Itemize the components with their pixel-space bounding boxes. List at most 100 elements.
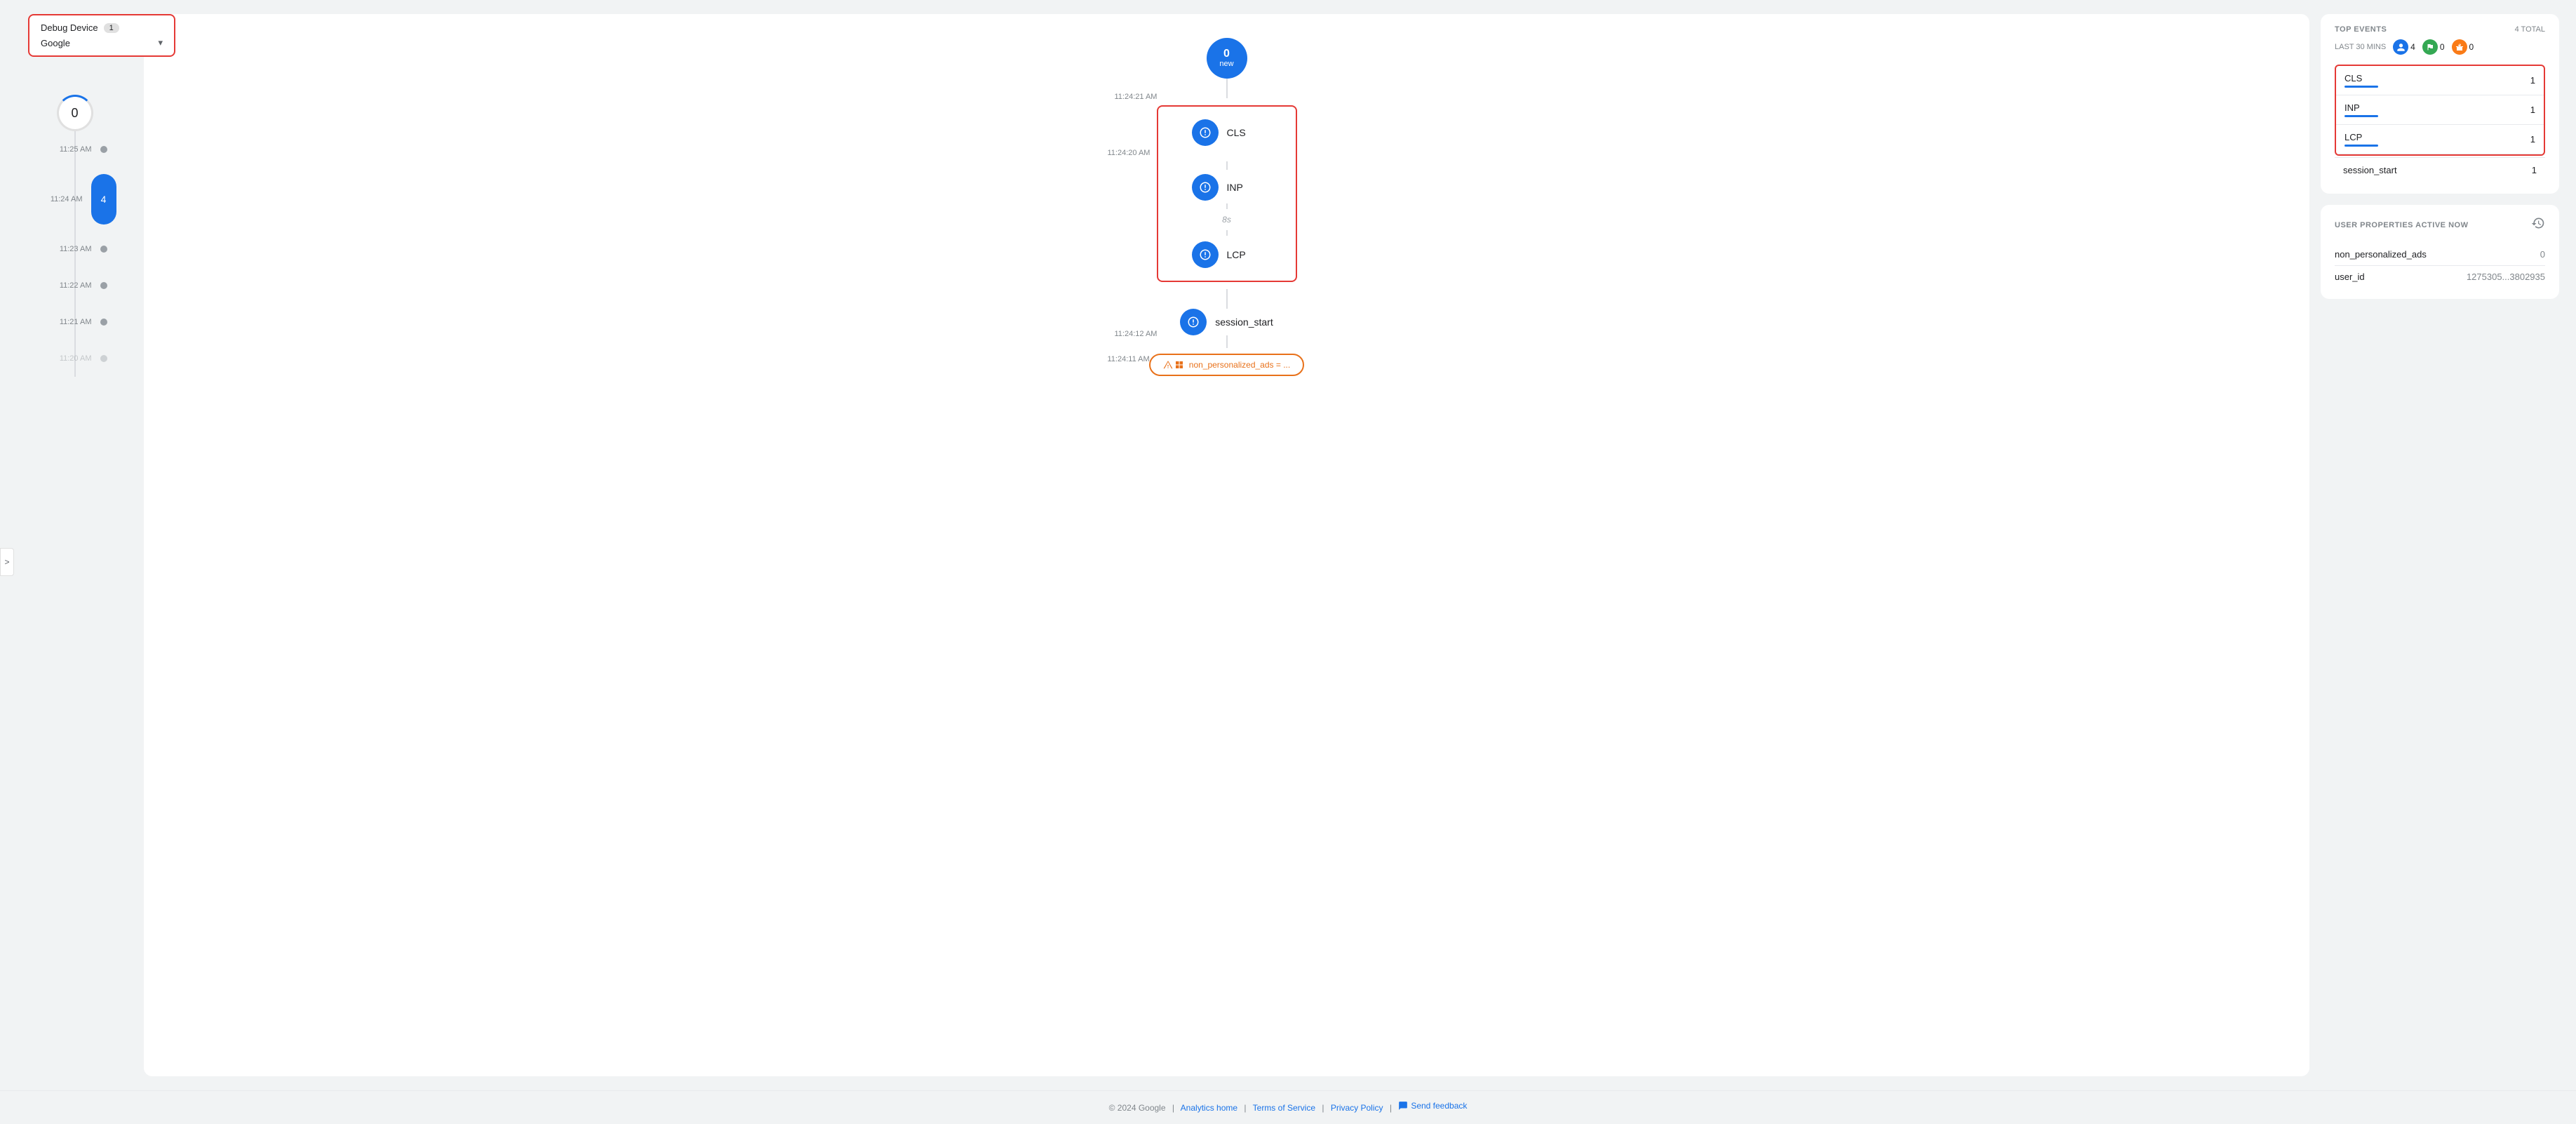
center-event-panel: 0 new 11:24:21 AM CLS bbox=[144, 14, 2309, 1076]
events-bordered-box: CLS 11:24:20 AM INP 8s bbox=[1157, 105, 1297, 282]
footer-sep-1: | bbox=[1172, 1103, 1174, 1113]
green-flag-count: 0 bbox=[2422, 39, 2445, 55]
gap-label: 8s bbox=[1222, 215, 1231, 225]
top-event-cls[interactable]: CLS 1 bbox=[2336, 66, 2544, 95]
npads-chip[interactable]: non_personalized_ads = ... bbox=[1149, 354, 1304, 376]
session-start-icon bbox=[1180, 309, 1207, 335]
top-event-cls-name: CLS bbox=[2344, 73, 2378, 83]
session-start-row[interactable]: session_start bbox=[1180, 309, 1273, 335]
top-events-total: 4 TOTAL bbox=[2515, 25, 2545, 34]
prop-row-npads[interactable]: non_personalized_ads 0 bbox=[2335, 243, 2545, 266]
debug-device-title: Debug Device bbox=[41, 22, 98, 33]
timeline-dot-1120 bbox=[100, 355, 107, 362]
top-events-list: CLS 1 INP 1 LCP bbox=[2335, 65, 2545, 156]
time-label-1125: 11:25 AM bbox=[43, 145, 92, 154]
flow-connector-3 bbox=[1226, 335, 1228, 348]
top-event-cls-count: 1 bbox=[2530, 75, 2535, 86]
npads-icon bbox=[1163, 360, 1183, 370]
session-start-list-name: session_start bbox=[2343, 165, 2397, 175]
top-event-inp-name: INP bbox=[2344, 102, 2378, 113]
time-label-1122: 11:22 AM bbox=[43, 281, 92, 290]
cls-underline bbox=[2344, 86, 2378, 88]
new-badge-label: new bbox=[1219, 60, 1233, 68]
top-event-lcp-name: LCP bbox=[2344, 132, 2378, 142]
inp-underline bbox=[2344, 115, 2378, 117]
blue-user-count: 4 bbox=[2393, 39, 2415, 55]
chevron-right-icon: > bbox=[4, 557, 9, 567]
timeline-dot-1123 bbox=[100, 246, 107, 253]
debug-device-panel: Debug Device 1 Google ▾ bbox=[28, 14, 175, 57]
flow-connector-2 bbox=[1226, 289, 1228, 309]
send-feedback-btn[interactable]: Send feedback bbox=[1398, 1101, 1467, 1111]
timeline-item-1123: 11:23 AM bbox=[43, 231, 107, 267]
top-event-inp[interactable]: INP 1 bbox=[2336, 95, 2544, 125]
lcp-event-icon bbox=[1192, 241, 1219, 268]
cls-inp-connector bbox=[1226, 161, 1228, 170]
time-label-1123: 11:23 AM bbox=[43, 245, 92, 253]
blue-count-label: 4 bbox=[2410, 42, 2415, 52]
timeline-item-1121: 11:21 AM bbox=[43, 304, 107, 340]
inp-event-row[interactable]: INP bbox=[1192, 174, 1262, 201]
device-name-label: Google bbox=[41, 38, 70, 48]
cls-event-icon bbox=[1192, 119, 1219, 146]
timeline-active-group[interactable]: 4 bbox=[91, 174, 116, 225]
lcp-underline bbox=[2344, 145, 2378, 147]
orange-gift-count: 0 bbox=[2452, 39, 2474, 55]
inp-gap-connector bbox=[1226, 203, 1228, 209]
top-events-title: TOP EVENTS bbox=[2335, 25, 2387, 34]
event-flow-container: 0 new 11:24:21 AM CLS bbox=[165, 38, 2288, 376]
timeline-zero-circle: 0 bbox=[57, 95, 93, 131]
prop-userid-value: 1275305...3802935 bbox=[2467, 272, 2545, 282]
time-label-1124: 11:24 AM bbox=[34, 195, 83, 203]
flow-connector-1 bbox=[1226, 79, 1228, 98]
cls-event-name: CLS bbox=[1227, 127, 1262, 138]
cls-event-row[interactable]: CLS bbox=[1192, 119, 1262, 146]
privacy-policy-link[interactable]: Privacy Policy bbox=[1331, 1103, 1383, 1113]
new-event-badge[interactable]: 0 new bbox=[1207, 38, 1247, 79]
timeline-item-1124-active[interactable]: 11:24 AM 4 bbox=[34, 168, 116, 231]
top-events-panel: TOP EVENTS 4 TOTAL LAST 30 MINS 4 0 bbox=[2321, 14, 2559, 194]
timestamp-1124-20-inner: 11:24:20 AM bbox=[1108, 149, 1151, 157]
time-label-1120: 11:20 AM bbox=[43, 354, 92, 363]
feedback-icon bbox=[1398, 1101, 1408, 1111]
new-badge-count: 0 bbox=[1223, 48, 1230, 60]
inp-event-icon bbox=[1192, 174, 1219, 201]
analytics-home-link[interactable]: Analytics home bbox=[1181, 1103, 1237, 1113]
npads-label: non_personalized_ads = ... bbox=[1189, 360, 1290, 370]
timeline-item-1120: 11:20 AM bbox=[43, 340, 107, 377]
top-event-inp-count: 1 bbox=[2530, 105, 2535, 115]
history-icon[interactable] bbox=[2531, 216, 2545, 234]
footer-sep-3: | bbox=[1322, 1103, 1324, 1113]
session-start-label: session_start bbox=[1215, 316, 1273, 328]
timeline-dot-1121 bbox=[100, 319, 107, 326]
footer-copyright: © 2024 Google bbox=[1109, 1103, 1166, 1113]
last-30-label: LAST 30 MINS bbox=[2335, 43, 2386, 51]
terms-of-service-link[interactable]: Terms of Service bbox=[1253, 1103, 1315, 1113]
prop-row-userid[interactable]: user_id 1275305...3802935 bbox=[2335, 266, 2545, 288]
session-start-list-count: 1 bbox=[2532, 165, 2537, 175]
footer-sep-2: | bbox=[1244, 1103, 1246, 1113]
user-properties-panel: USER PROPERTIES ACTIVE NOW non_personali… bbox=[2321, 205, 2559, 299]
inp-event-name: INP bbox=[1227, 182, 1262, 193]
prop-npads-name: non_personalized_ads bbox=[2335, 249, 2427, 260]
prop-npads-value: 0 bbox=[2540, 249, 2545, 260]
session-start-list-item[interactable]: session_start 1 bbox=[2335, 157, 2545, 182]
debug-device-select[interactable]: Google ▾ bbox=[41, 37, 163, 48]
collapse-sidebar-button[interactable]: > bbox=[0, 548, 14, 576]
top-event-lcp[interactable]: LCP 1 bbox=[2336, 125, 2544, 154]
active-group-count: 4 bbox=[101, 194, 107, 205]
timeline-item-1122: 11:22 AM bbox=[43, 267, 107, 304]
lcp-event-row[interactable]: LCP bbox=[1192, 241, 1262, 268]
timeline-item-1125: 11:25 AM bbox=[43, 131, 107, 168]
timeline-dot-1125 bbox=[100, 146, 107, 153]
green-count-label: 0 bbox=[2440, 42, 2445, 52]
timestamp-1124-11: 11:24:11 AM bbox=[1108, 355, 1150, 363]
footer-sep-4: | bbox=[1390, 1103, 1392, 1113]
right-panels-container: TOP EVENTS 4 TOTAL LAST 30 MINS 4 0 bbox=[2321, 14, 2559, 1076]
timeline-dot-1122 bbox=[100, 282, 107, 289]
debug-device-count-badge: 1 bbox=[104, 23, 119, 33]
gap-lcp-connector bbox=[1226, 230, 1228, 236]
footer: © 2024 Google | Analytics home | Terms o… bbox=[0, 1090, 2576, 1123]
user-props-title: USER PROPERTIES ACTIVE NOW bbox=[2335, 221, 2468, 229]
time-label-1121: 11:21 AM bbox=[43, 318, 92, 326]
